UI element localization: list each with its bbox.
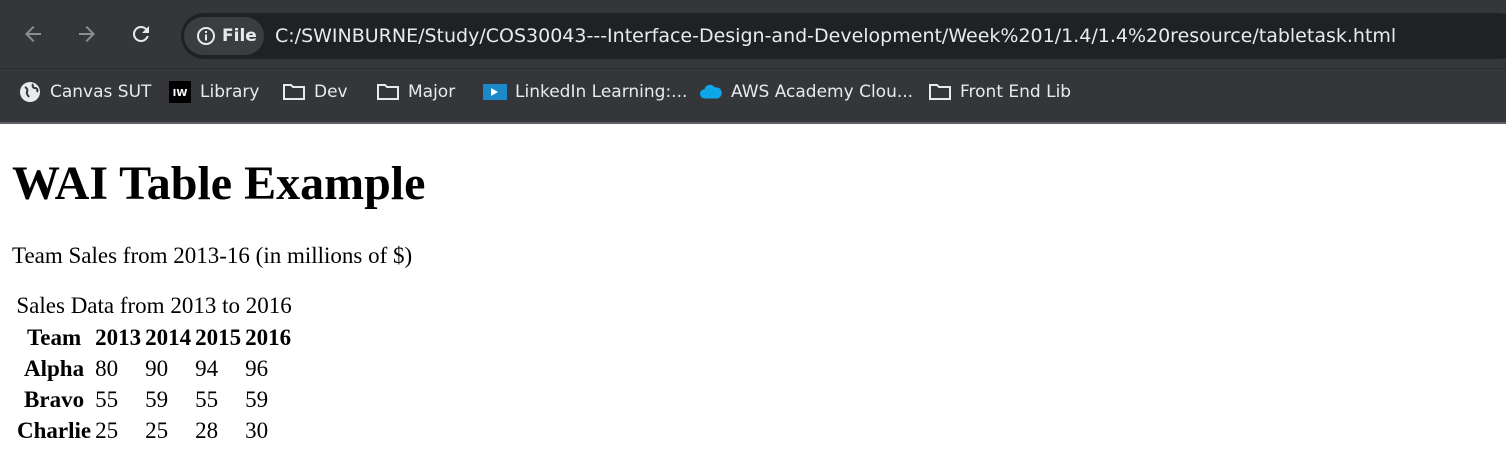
row-header-team: Bravo [24, 387, 85, 412]
linkedin-learning-icon [483, 80, 507, 104]
bookmark-label: Library [200, 82, 260, 102]
reload-icon [132, 25, 149, 42]
page-title: WAI Table Example [12, 157, 426, 210]
table-cell: 59 [145, 387, 169, 412]
table-cell: 25 [145, 418, 169, 443]
globe-icon [18, 80, 42, 104]
scheme-label: File [222, 26, 257, 46]
bookmark-label: Front End Lib [960, 82, 1072, 102]
bookmarks-bar: Canvas SUT IW Library Dev Major LinkedIn… [0, 68, 1506, 123]
page-intro: Team Sales from 2013-16 (in millions of … [12, 243, 413, 268]
column-header-2015: 2015 [195, 325, 242, 350]
browser-chrome: File C:/SWINBURNE/Study/COS30043---Inter… [0, 0, 1506, 124]
column-header-2013: 2013 [95, 325, 142, 350]
url-text[interactable]: C:/SWINBURNE/Study/COS30043---Interface-… [275, 25, 1396, 47]
bookmark-linkedin-learning[interactable]: LinkedIn Learning:... [483, 69, 687, 115]
folder-icon [928, 80, 952, 104]
table-cell: 28 [195, 418, 219, 443]
svg-text:IW: IW [173, 88, 188, 99]
table-cell: 94 [195, 356, 219, 381]
row-header-team: Alpha [24, 356, 85, 381]
table-row: Charlie 25 25 28 30 [16, 416, 292, 445]
back-button[interactable] [6, 7, 60, 61]
bookmark-label: Major [408, 82, 456, 102]
column-header-team: Team [27, 325, 82, 350]
browser-toolbar: File C:/SWINBURNE/Study/COS30043---Inter… [0, 0, 1506, 68]
table-cell: 55 [95, 387, 119, 412]
table-cell: 80 [95, 356, 119, 381]
table-cell: 96 [245, 356, 269, 381]
bookmark-aws-academy[interactable]: AWS Academy Clou... [699, 69, 913, 115]
forward-button[interactable] [60, 7, 114, 61]
bookmark-label: AWS Academy Clou... [731, 82, 914, 102]
bookmark-canvas-sut[interactable]: Canvas SUT [18, 69, 151, 115]
arrow-left-icon [25, 26, 41, 42]
reload-button[interactable] [114, 7, 168, 61]
bookmark-major[interactable]: Major [376, 69, 455, 115]
row-header-team: Charlie [17, 418, 92, 443]
sales-table: Sales Data from 2013 to 2016 Team 2013 2… [14, 291, 294, 447]
info-icon [197, 27, 215, 45]
bookmark-label: Dev [314, 82, 348, 102]
bookmark-dev[interactable]: Dev [282, 69, 348, 115]
folder-icon [282, 80, 306, 104]
folder-icon [376, 80, 400, 104]
table-row: Alpha 80 90 94 96 [16, 354, 292, 383]
column-header-2014: 2014 [145, 325, 192, 350]
cloud-icon [699, 80, 723, 104]
page-content: WAI Table Example Team Sales from 2013-1… [0, 124, 1506, 465]
iw-logo-icon: IW [168, 80, 192, 104]
arrow-right-icon [79, 26, 95, 42]
bookmark-front-end-lib[interactable]: Front End Lib [928, 69, 1071, 115]
table-caption: Sales Data from 2013 to 2016 [16, 293, 292, 318]
table-cell: 30 [245, 418, 269, 443]
bookmark-label: LinkedIn Learning:... [515, 82, 688, 102]
table-cell: 90 [145, 356, 169, 381]
bookmark-label: Canvas SUT [50, 82, 152, 102]
column-header-2016: 2016 [245, 325, 292, 350]
bookmark-library[interactable]: IW Library [168, 69, 259, 115]
address-bar[interactable]: File C:/SWINBURNE/Study/COS30043---Inter… [181, 13, 1506, 59]
table-row: Bravo 55 59 55 59 [16, 385, 292, 414]
table-header-row: Team 2013 2014 2015 2016 [16, 323, 292, 352]
table-cell: 25 [95, 418, 119, 443]
table-cell: 55 [195, 387, 219, 412]
table-cell: 59 [245, 387, 269, 412]
site-info-chip[interactable]: File [184, 17, 264, 55]
